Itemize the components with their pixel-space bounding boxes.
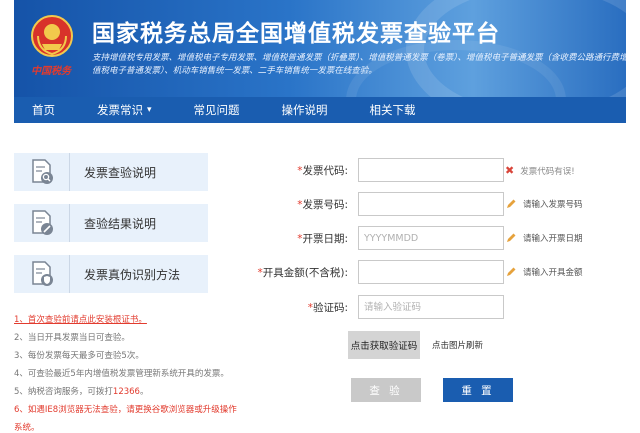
sidebar-card-label: 发票查验说明: [84, 165, 157, 180]
pencil-icon: [507, 233, 516, 242]
hint-text: 请输入开具金额: [523, 268, 583, 278]
hint-text: 发票代码有误!: [520, 166, 575, 177]
amount-input[interactable]: [358, 260, 504, 284]
nav-item-instructions[interactable]: 操作说明: [282, 102, 348, 118]
site-title: 国家税务总局全国增值税发票查验平台: [92, 21, 500, 47]
sidebar-card-verify-guide[interactable]: 发票查验说明: [14, 153, 208, 191]
note-browser: 6、如遇IE8浏览器无法查验，请更换谷歌浏览器或升级操作系统。: [14, 405, 237, 433]
label-text: 开票日期:: [302, 232, 348, 245]
note-item: 4、可查验最近5年内增值税发票管理新系统开具的发票。: [14, 369, 229, 379]
reset-button[interactable]: 重 置: [443, 378, 513, 402]
invoice-number-hint: 请输入发票号码: [505, 198, 583, 210]
nav-item-label: 相关下载: [369, 103, 416, 117]
issue-date-label: *开票日期:: [240, 231, 358, 246]
amount-hint: 请输入开具金额: [505, 266, 583, 278]
pencil-icon: [507, 199, 516, 208]
nav-item-faq[interactable]: 常见问题: [194, 102, 260, 118]
form-row-invoice-code: *发票代码:: [240, 158, 504, 182]
invoice-code-hint: ✖ 发票代码有误!: [505, 164, 575, 177]
main-nav: 首页 发票常识 ▾ 常见问题 操作说明 相关下载: [14, 97, 626, 123]
header-banner: 中国税务 国家税务总局全国增值税发票查验平台 支持增值税专用发票、增值税电子专用…: [14, 0, 626, 97]
note-install-cert[interactable]: 1、首次查验前请点此安装根证书。: [14, 311, 244, 329]
label-text: 开具金额(不含税):: [262, 266, 348, 279]
doc-shield-icon: [14, 255, 70, 293]
nav-item-label: 操作说明: [281, 103, 328, 117]
form-row-invoice-number: *发票号码:: [240, 192, 504, 216]
pencil-icon: [507, 267, 516, 276]
captcha-input[interactable]: [358, 295, 504, 319]
error-x-icon: ✖: [505, 164, 515, 177]
invoice-number-input[interactable]: [358, 192, 504, 216]
tax-emblem-icon: [31, 15, 73, 57]
captcha-image[interactable]: 点击获取验证码: [348, 331, 420, 359]
note-item: 5、纳税咨询服务，可拨打12366。: [14, 383, 244, 401]
form-row-issue-date: *开票日期:: [240, 226, 504, 250]
chevron-down-icon: ▾: [147, 105, 152, 115]
hint-text: 请输入开票日期: [523, 234, 583, 244]
doc-edit-icon: [14, 204, 70, 242]
query-button[interactable]: 查 验: [351, 378, 421, 402]
nav-item-label: 发票常识: [97, 103, 143, 117]
amount-label: *开具金额(不含税):: [240, 265, 358, 280]
nav-item-downloads[interactable]: 相关下载: [370, 102, 436, 118]
nav-item-invoice-knowledge[interactable]: 发票常识 ▾: [97, 102, 172, 118]
invoice-code-input[interactable]: [358, 158, 504, 182]
brand-script-logo: 中国税务: [31, 66, 71, 77]
note-text: 1、首次查验前请点此安装根证书。: [14, 315, 147, 325]
site-description: 支持增值税专用发票、增值税电子专用发票、增值税普通发票（折叠票）、增值税普通发票…: [92, 53, 626, 76]
invoice-number-label: *发票号码:: [240, 197, 358, 212]
note-item: 2、当日开具发票当日可查验。: [14, 333, 130, 343]
nav-item-label: 首页: [32, 103, 55, 117]
notes-list: 1、首次查验前请点此安装根证书。 2、当日开具发票当日可查验。 3、每份发票每天…: [14, 311, 244, 433]
nav-item-home[interactable]: 首页: [32, 102, 75, 118]
sidebar-card-result-guide[interactable]: 查验结果说明: [14, 204, 208, 242]
invoice-code-label: *发票代码:: [240, 163, 358, 178]
issue-date-hint: 请输入开票日期: [505, 232, 583, 244]
sidebar-card-label: 查验结果说明: [84, 216, 157, 231]
label-text: 发票号码:: [302, 198, 348, 211]
captcha-label: *验证码:: [240, 300, 358, 315]
note-text: 。: [139, 387, 149, 397]
captcha-refresh-link[interactable]: 点击图片刷新: [432, 339, 483, 351]
hotline-number: 12366: [112, 387, 140, 397]
sidebar-card-label: 发票真伪识别方法: [84, 267, 181, 282]
note-item: 3、每份发票每天最多可查验5次。: [14, 351, 144, 361]
nav-item-label: 常见问题: [193, 103, 240, 117]
issue-date-input[interactable]: [358, 226, 504, 250]
form-row-amount: *开具金额(不含税):: [240, 260, 504, 284]
sidebar-card-authenticity[interactable]: 发票真伪识别方法: [14, 255, 208, 293]
doc-search-icon: [14, 153, 70, 191]
label-text: 发票代码:: [302, 164, 348, 177]
label-text: 验证码:: [312, 301, 348, 314]
hint-text: 请输入发票号码: [523, 200, 583, 210]
form-row-captcha: *验证码:: [240, 295, 504, 319]
note-text: 5、纳税咨询服务，可拨打: [14, 387, 113, 397]
